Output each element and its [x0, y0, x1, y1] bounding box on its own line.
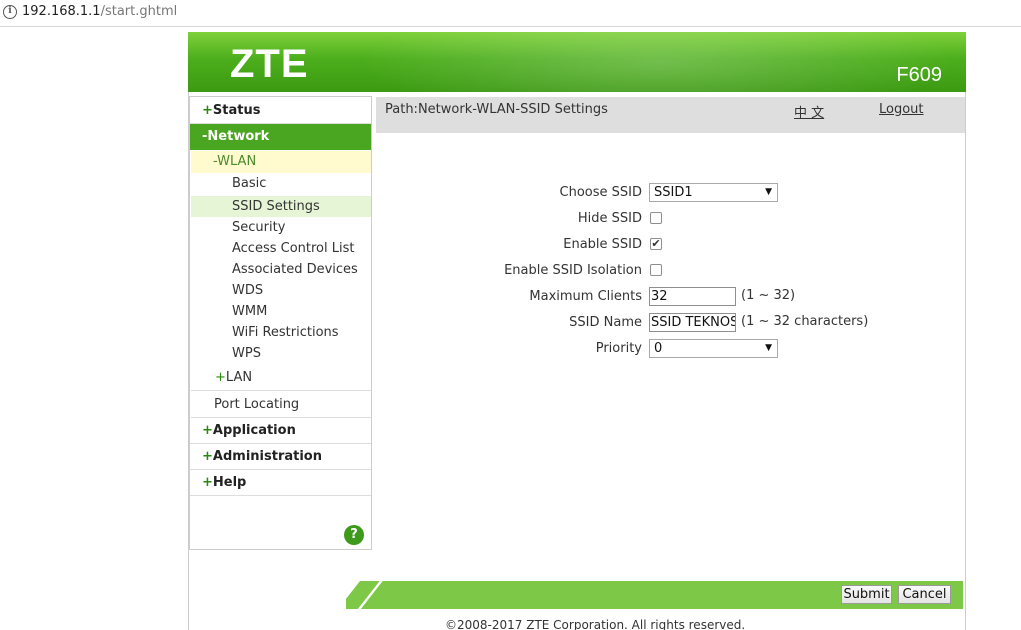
header-banner: ZTE F609	[188, 32, 966, 92]
sidebar-item-application[interactable]: +Application	[190, 418, 371, 444]
maximum-clients-hint: (1 ~ 32)	[741, 288, 796, 303]
sidebar-item-network[interactable]: -Network	[190, 124, 371, 150]
breadcrumb: Path:Network-WLAN-SSID Settings	[385, 102, 608, 117]
sidebar-item-status[interactable]: +Status	[190, 98, 371, 124]
sidebar-item-label: Status	[212, 103, 261, 118]
copyright-text: ©2008-2017 ZTE Corporation. All rights r…	[445, 618, 746, 630]
choose-ssid-value: SSID1	[654, 185, 693, 200]
expand-plus-icon: +	[202, 475, 213, 490]
dropdown-arrow-icon: ▼	[765, 343, 772, 353]
path-bar: Path:Network-WLAN-SSID Settings 中 文 Logo…	[376, 97, 965, 133]
sidebar-item-lan[interactable]: +LAN	[191, 366, 371, 391]
sidebar-item-label: Administration	[212, 449, 322, 464]
sidebar-item-administration[interactable]: +Administration	[190, 444, 371, 470]
ssid-name-input[interactable]: SSID TEKNOS	[649, 313, 736, 332]
ssid-name-label: SSID Name	[569, 315, 642, 330]
sidebar-item-label: Help	[212, 475, 247, 490]
banner-swirl	[308, 32, 966, 92]
sidebar-item-help[interactable]: +Help	[190, 470, 371, 496]
expand-plus-icon: +	[202, 423, 213, 438]
footer-bar-cut	[346, 581, 360, 609]
choose-ssid-label: Choose SSID	[559, 185, 642, 200]
maximum-clients-input[interactable]: 32	[649, 287, 736, 306]
sidebar-item-associated-devices[interactable]: Associated Devices	[191, 259, 371, 280]
cancel-button[interactable]: Cancel	[898, 585, 951, 604]
maximum-clients-label: Maximum Clients	[529, 289, 642, 304]
sidebar-item-ssid-settings[interactable]: SSID Settings	[191, 196, 371, 217]
model-name: F609	[896, 64, 942, 86]
address-bar[interactable]: i 192.168.1.1/start.ghtml	[0, 0, 1021, 27]
sidebar-item-security[interactable]: Security	[191, 217, 371, 238]
choose-ssid-select[interactable]: SSID1 ▼	[649, 183, 778, 202]
dropdown-arrow-icon: ▼	[765, 187, 772, 197]
hide-ssid-checkbox[interactable]	[650, 212, 662, 224]
priority-label: Priority	[595, 341, 642, 356]
submit-button[interactable]: Submit	[841, 585, 892, 604]
sidebar-item-label: LAN	[225, 370, 253, 385]
priority-value: 0	[654, 341, 663, 356]
enable-ssid-isolation-label: Enable SSID Isolation	[504, 263, 642, 278]
sidebar-item-port-locating[interactable]: Port Locating	[191, 392, 371, 418]
sidebar-item-access-control-list[interactable]: Access Control List	[191, 238, 371, 259]
logout-link[interactable]: Logout	[879, 102, 924, 117]
sidebar-item-wps[interactable]: WPS	[191, 343, 371, 364]
sidebar-item-label: Application	[212, 423, 296, 438]
sidebar-menu: +Status -Network -WLAN Basic SSID Settin…	[189, 96, 372, 550]
help-icon[interactable]: ?	[344, 525, 364, 545]
priority-select[interactable]: 0 ▼	[649, 339, 778, 358]
url-path: /start.ghtml	[100, 4, 178, 19]
expand-plus-icon: +	[202, 449, 213, 464]
hide-ssid-label: Hide SSID	[577, 211, 642, 226]
zte-logo: ZTE	[230, 42, 309, 86]
enable-ssid-label: Enable SSID	[563, 237, 642, 252]
sidebar-item-wmm[interactable]: WMM	[191, 301, 371, 322]
enable-ssid-checkbox[interactable]: ✔	[650, 238, 662, 250]
sidebar-item-wds[interactable]: WDS	[191, 280, 371, 301]
checkmark-icon: ✔	[651, 237, 661, 250]
sidebar-item-wifi-restrictions[interactable]: WiFi Restrictions	[191, 322, 371, 343]
expand-plus-icon: +	[202, 103, 213, 118]
language-link[interactable]: 中 文	[794, 102, 824, 121]
sidebar-item-label: Network	[207, 129, 270, 144]
enable-ssid-isolation-checkbox[interactable]	[650, 264, 662, 276]
info-icon[interactable]: i	[3, 5, 17, 19]
expand-plus-icon: +	[215, 370, 226, 385]
url-text[interactable]: 192.168.1.1/start.ghtml	[22, 4, 177, 19]
url-host: 192.168.1.1	[22, 4, 101, 19]
sidebar-item-wlan[interactable]: -WLAN	[191, 151, 371, 173]
ssid-name-hint: (1 ~ 32 characters)	[741, 314, 869, 329]
sidebar-item-basic[interactable]: Basic	[191, 173, 371, 194]
